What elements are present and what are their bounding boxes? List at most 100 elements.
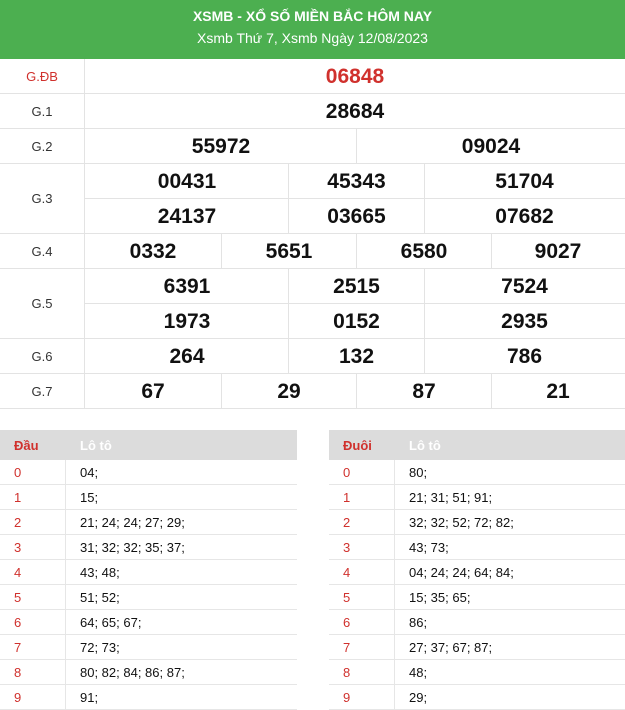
prize-number: 1973 [163, 309, 211, 333]
row-key: 0 [329, 460, 395, 484]
prize-number: 0332 [129, 239, 177, 263]
prize-number: 67 [141, 379, 165, 403]
row-key: 3 [0, 535, 66, 559]
row-values: 04; [80, 464, 99, 480]
row-values: 29; [409, 689, 428, 705]
prize-number: 45343 [327, 169, 386, 193]
duoi-column-header: Đuôi [343, 437, 372, 453]
page-subtitle: Xsmb Thứ 7, Xsmb Ngày 12/08/2023 [197, 30, 428, 46]
table-row: 0 80; [329, 460, 625, 485]
row-values: 91; [80, 689, 99, 705]
prize-label-g5: G.5 [0, 269, 85, 338]
prize-label-g3: G.3 [0, 164, 85, 233]
prize-label-g6: G.6 [0, 339, 85, 373]
prize-number: 264 [169, 344, 205, 368]
table-row: 3 31; 32; 32; 35; 37; [0, 535, 297, 560]
table-row: 7 72; 73; [0, 635, 297, 660]
prize-number: 2515 [333, 274, 380, 298]
dau-column-header: Đầu [14, 437, 39, 453]
prize-label-g7: G.7 [0, 374, 85, 408]
prize-label-g4: G.4 [0, 234, 85, 268]
prize-number: 132 [338, 344, 375, 368]
prize-label-g2: G.2 [0, 129, 85, 163]
row-key: 5 [329, 585, 395, 609]
prize-number: 2935 [501, 309, 548, 333]
table-row: 6 86; [329, 610, 625, 635]
row-key: 8 [0, 660, 66, 684]
table-row: 5 15; 35; 65; [329, 585, 625, 610]
duoi-loto-table: Đuôi Lô tô 0 80; 1 21; 31; 51; 91; 2 32; 32… [329, 430, 625, 710]
prize-number: 9027 [534, 239, 582, 263]
row-values: 80; 82; 84; 86; 87; [80, 664, 185, 680]
table-row: 6 64; 65; 67; [0, 610, 297, 635]
prize-row-g4: G.4 0332 5651 6580 9027 [0, 234, 625, 269]
page-header: XSMB - XỔ SỐ MIỀN BẮC HÔM NAY Xsmb Thứ 7… [0, 0, 625, 59]
prize-row-g5: G.5 6391 2515 7524 1973 0152 2935 [0, 269, 625, 339]
table-row: 7 27; 37; 67; 87; [329, 635, 625, 660]
table-row: 1 21; 31; 51; 91; [329, 485, 625, 510]
dau-table-header: Đầu Lô tô [0, 430, 297, 460]
row-key: 1 [329, 485, 395, 509]
row-values: 72; 73; [80, 639, 120, 655]
row-key: 0 [0, 460, 66, 484]
prize-number: 786 [506, 344, 543, 368]
page-title: XSMB - XỔ SỐ MIỀN BẮC HÔM NAY [192, 8, 433, 24]
table-row: 9 29; [329, 685, 625, 710]
row-key: 3 [329, 535, 395, 559]
prize-number: 21 [546, 379, 570, 403]
row-values: 04; 24; 24; 64; 84; [409, 564, 514, 580]
prize-row-g3: G.3 00431 45343 51704 24137 03665 07682 [0, 164, 625, 234]
row-key: 6 [0, 610, 66, 634]
loto-column-header: Lô tô [409, 437, 441, 453]
prize-number: 03665 [327, 204, 386, 228]
row-values: 32; 32; 52; 72; 82; [409, 514, 514, 530]
table-row: 9 91; [0, 685, 297, 710]
row-key: 5 [0, 585, 66, 609]
table-row: 2 32; 32; 52; 72; 82; [329, 510, 625, 535]
prize-number: 87 [412, 379, 436, 403]
row-key: 2 [329, 510, 395, 534]
row-values: 21; 31; 51; 91; [409, 489, 493, 505]
row-values: 43; 73; [409, 539, 449, 555]
prize-row-g6: G.6 264 132 786 [0, 339, 625, 374]
prize-number: 0152 [333, 309, 380, 333]
prize-number: 51704 [495, 169, 554, 193]
prize-row-g7: G.7 67 29 87 21 [0, 374, 625, 409]
prize-number: 00431 [157, 169, 217, 193]
row-key: 7 [329, 635, 395, 659]
row-values: 51; 52; [80, 589, 120, 605]
table-row: 8 80; 82; 84; 86; 87; [0, 660, 297, 685]
dau-loto-table: Đầu Lô tô 0 04; 1 15; 2 21; 24; 24; 27; 29;… [0, 430, 297, 710]
row-values: 31; 32; 32; 35; 37; [80, 539, 185, 555]
row-values: 48; [409, 664, 428, 680]
row-values: 43; 48; [80, 564, 120, 580]
prize-number: 06848 [325, 64, 385, 88]
prize-row-g1: G.1 28684 [0, 94, 625, 129]
row-key: 2 [0, 510, 66, 534]
row-values: 64; 65; 67; [80, 614, 142, 630]
table-row: 0 04; [0, 460, 297, 485]
table-row: 4 43; 48; [0, 560, 297, 585]
prize-label-db: G.ĐB [0, 59, 85, 93]
prize-row-g2: G.2 55972 09024 [0, 129, 625, 164]
table-row: 2 21; 24; 24; 27; 29; [0, 510, 297, 535]
prize-number: 5651 [265, 239, 313, 263]
row-values: 86; [409, 614, 428, 630]
row-key: 9 [0, 685, 66, 709]
row-key: 9 [329, 685, 395, 709]
prize-number: 6580 [400, 239, 448, 263]
row-values: 27; 37; 67; 87; [409, 639, 493, 655]
prize-number: 6391 [163, 274, 211, 298]
row-values: 15; 35; 65; [409, 589, 471, 605]
loto-column-header: Lô tô [80, 437, 112, 453]
prize-number: 28684 [325, 99, 385, 123]
table-row: 8 48; [329, 660, 625, 685]
prize-number: 24137 [157, 204, 217, 228]
row-values: 80; [409, 464, 428, 480]
row-values: 21; 24; 24; 27; 29; [80, 514, 185, 530]
row-values: 15; [80, 489, 99, 505]
row-key: 4 [0, 560, 66, 584]
table-row: 3 43; 73; [329, 535, 625, 560]
row-key: 6 [329, 610, 395, 634]
row-key: 1 [0, 485, 66, 509]
